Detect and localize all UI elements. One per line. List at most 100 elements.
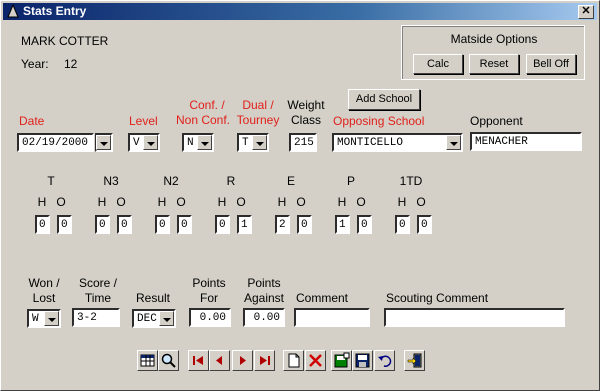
calc-button[interactable]: Calc	[413, 54, 463, 74]
home-column-label: H	[397, 195, 407, 209]
chevron-down-icon	[252, 135, 267, 150]
opponent-stat-field[interactable]: 1	[237, 215, 252, 234]
matside-title: Matside Options	[450, 32, 538, 46]
won-lost-value: W	[32, 313, 39, 325]
stat-name: E	[286, 174, 295, 188]
home-column-label: H	[37, 195, 47, 209]
home-stat-field[interactable]: 0	[155, 215, 170, 234]
result-select[interactable]: DEC	[132, 309, 176, 328]
opponent-stat-field[interactable]: 0	[117, 215, 132, 234]
save-new-button[interactable]	[331, 350, 352, 371]
date-label: Date	[19, 114, 45, 128]
chevron-down-icon	[44, 311, 59, 326]
chevron-down-icon	[446, 135, 461, 150]
stat-name: T	[47, 174, 55, 188]
app-icon	[7, 4, 19, 18]
comment-label: Comment	[296, 291, 349, 305]
date-field[interactable]: 02/19/2000	[17, 133, 94, 152]
won-label-line2: Lost	[32, 291, 56, 305]
home-column-label: H	[217, 195, 227, 209]
home-stat-field[interactable]: 0	[215, 215, 230, 234]
home-stat-field[interactable]: 0	[395, 215, 410, 234]
conf-value: N	[187, 137, 194, 149]
score-time-field[interactable]: 3-2	[72, 308, 120, 327]
year-label: Year:	[21, 57, 49, 71]
search-icon	[161, 353, 176, 368]
delete-record-button[interactable]	[305, 350, 326, 371]
opponent-stat-field[interactable]: 0	[297, 215, 312, 234]
save-icon	[355, 353, 370, 368]
stat-name: N2	[163, 174, 179, 188]
matside-options-group: Matside Options Calc Reset Bell Off	[401, 25, 585, 80]
last-record-button[interactable]	[254, 350, 275, 371]
first-record-icon	[193, 356, 203, 365]
home-column-label: H	[337, 195, 347, 209]
previous-icon	[216, 356, 222, 365]
grid-view-button[interactable]	[137, 350, 158, 371]
level-select[interactable]: V	[128, 133, 160, 152]
reset-button[interactable]: Reset	[469, 54, 519, 74]
result-value: DEC	[137, 313, 157, 325]
opponent-field[interactable]: MENACHER	[470, 132, 582, 151]
opposing-school-value: MONTICELLO	[337, 137, 404, 149]
exit-button[interactable]	[404, 350, 425, 371]
new-document-icon	[288, 353, 300, 368]
chevron-down-icon	[197, 135, 212, 150]
conf-label-line1: Conf. /	[189, 98, 225, 112]
opponent-stat-field[interactable]: 0	[417, 215, 432, 234]
year-value: 12	[64, 57, 78, 71]
result-label: Result	[135, 291, 170, 305]
dual-label-line2: Tourney	[236, 113, 280, 127]
weight-label-line2: Class	[290, 113, 321, 127]
home-stat-field[interactable]: 0	[35, 215, 50, 234]
last-record-icon	[260, 356, 270, 365]
home-stat-field[interactable]: 2	[275, 215, 290, 234]
opponent-stat-field[interactable]: 0	[177, 215, 192, 234]
opponent-column-label: O	[236, 195, 246, 209]
won-lost-select[interactable]: W	[27, 309, 61, 328]
table-icon	[140, 354, 155, 367]
save-button[interactable]	[352, 350, 373, 371]
opponent-stat-field[interactable]: 0	[57, 215, 72, 234]
points-for-label-line1: Points	[192, 276, 226, 290]
stat-name: P	[346, 174, 355, 188]
new-record-button[interactable]	[283, 350, 304, 371]
opponent-column-label: O	[296, 195, 306, 209]
add-school-button[interactable]: Add School	[348, 89, 420, 110]
opposing-school-select[interactable]: MONTICELLO	[332, 133, 463, 152]
opponent-stat-field[interactable]: 0	[357, 215, 372, 234]
dual-select[interactable]: T	[237, 133, 269, 152]
find-button[interactable]	[158, 350, 179, 371]
opposing-school-label: Opposing School	[333, 114, 425, 128]
score-label-line2: Time	[84, 291, 112, 305]
comment-field[interactable]	[294, 308, 370, 327]
home-stat-field[interactable]: 0	[95, 215, 110, 234]
chevron-down-icon	[143, 135, 158, 150]
points-for-label-line2: For	[200, 291, 218, 305]
date-picker-button[interactable]	[95, 133, 113, 152]
level-label: Level	[129, 114, 158, 128]
next-record-button[interactable]	[232, 350, 253, 371]
previous-record-button[interactable]	[209, 350, 230, 371]
home-stat-field[interactable]: 1	[335, 215, 350, 234]
bell-off-button[interactable]: Bell Off	[526, 54, 576, 74]
scouting-comment-field[interactable]	[384, 308, 565, 327]
weight-class-field[interactable]: 215	[289, 133, 317, 152]
dual-label-line1: Dual /	[242, 98, 274, 112]
window-title: Stats Entry	[23, 4, 87, 18]
scouting-comment-label: Scouting Comment	[386, 291, 489, 305]
first-record-button[interactable]	[188, 350, 209, 371]
conf-label-line2: Non Conf.	[175, 113, 231, 127]
home-column-label: H	[277, 195, 287, 209]
points-against-field[interactable]: 0.00	[243, 308, 285, 327]
points-for-field[interactable]: 0.00	[189, 308, 231, 327]
close-button[interactable]: ✕	[578, 5, 594, 19]
undo-button[interactable]	[374, 350, 395, 371]
opponent-column-label: O	[116, 195, 126, 209]
chevron-down-icon	[96, 135, 111, 150]
points-against-label-line1: Points	[247, 276, 281, 290]
delete-icon	[309, 354, 322, 367]
conf-select[interactable]: N	[182, 133, 214, 152]
athlete-name: MARK COTTER	[21, 34, 109, 48]
close-icon: ✕	[581, 5, 591, 17]
